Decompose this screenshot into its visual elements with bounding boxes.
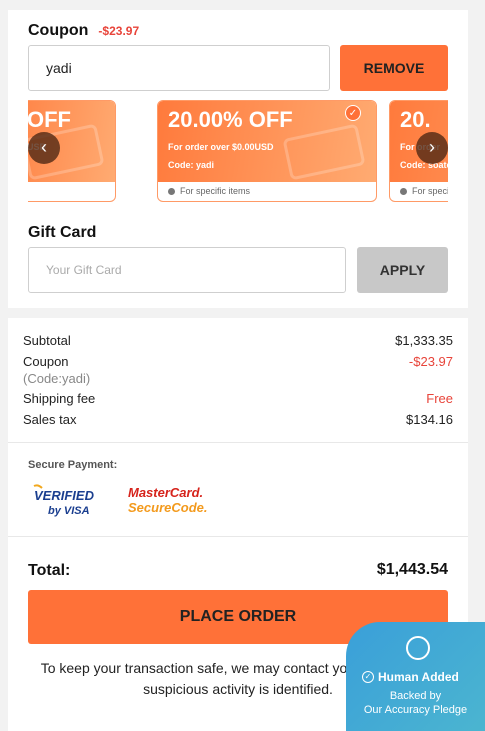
coupon-card-code: Code: yadi [168, 160, 215, 170]
coupon-code-text: (Code:yadi) [23, 371, 91, 386]
coupon-panel: Coupon -$23.97 REMOVE OFF USD 20.00% OFF… [8, 10, 468, 308]
shipping-label: Shipping fee [23, 391, 96, 406]
divider [8, 442, 468, 443]
verified-by-visa-logo: VERIFIED by VISA [33, 484, 95, 517]
coupon-card-amount: OFF [28, 107, 71, 132]
coupon-summary-label: Coupon [23, 354, 69, 369]
coupon-card-amount: 20.00% OFF [168, 107, 293, 132]
shield-icon [406, 636, 430, 660]
total-value: $1,443.54 [376, 561, 448, 578]
shipping-row: Shipping fee Free [23, 391, 453, 406]
human-added-badge[interactable]: ✓ Human Added Backed by Our Accuracy Ple… [346, 622, 485, 731]
coupon-input[interactable] [28, 45, 330, 91]
mc-line2: SecureCode. [128, 500, 207, 515]
badge-line1: Backed by [389, 690, 442, 702]
coupon-discount: -$23.97 [98, 24, 140, 38]
shipping-value: Free [426, 391, 453, 406]
divider [8, 536, 468, 537]
subtotal-value: $1,333.35 [395, 333, 453, 348]
visa-line1: VERIFIED [34, 488, 95, 503]
mc-line1: MasterCard. [128, 485, 203, 500]
secure-payment-label: Secure Payment: [28, 459, 118, 471]
visa-line2: by VISA [48, 505, 90, 517]
coupon-card-min: For order over $0.00USD [168, 142, 274, 152]
coupon-title: Coupon [28, 22, 89, 39]
info-icon [400, 187, 407, 195]
selected-check-icon: ✓ [345, 105, 361, 121]
coupon-header: Coupon -$23.97 [28, 22, 139, 40]
coupon-card-note: For speci [412, 186, 448, 196]
coupon-card-footer: For speci [390, 182, 448, 200]
carousel-prev-button[interactable]: ‹ [28, 132, 60, 164]
badge-line2: Our Accuracy Pledge [363, 704, 468, 716]
coupon-summary-value: -$23.97 [408, 354, 453, 369]
remove-coupon-button[interactable]: REMOVE [340, 45, 448, 91]
check-icon: ✓ [362, 671, 374, 683]
apply-gift-card-button[interactable]: APPLY [357, 247, 448, 293]
gift-card-title: Gift Card [28, 224, 97, 241]
coupon-card-note: For specific items [180, 186, 251, 196]
badge-title-row: ✓ Human Added [362, 670, 459, 684]
coupon-row: Coupon -$23.97 [23, 354, 453, 369]
subtotal-label: Subtotal [23, 333, 71, 348]
carousel-next-button[interactable]: › [416, 132, 448, 164]
tax-row: Sales tax $134.16 [23, 412, 453, 427]
subtotal-row: Subtotal $1,333.35 [23, 333, 453, 348]
coupon-card-footer: For specific items [158, 182, 376, 200]
coupon-carousel: OFF USD 20.00% OFF For order over $0.00U… [28, 100, 448, 204]
coupon-card-selected[interactable]: 20.00% OFF For order over $0.00USD Code:… [157, 100, 377, 202]
coupon-card-amount: 20. [400, 107, 431, 132]
badge-title: Human Added [378, 670, 459, 684]
mastercard-securecode-logo: MasterCard. SecureCode. [128, 485, 207, 515]
gift-card-input[interactable] [28, 247, 346, 293]
info-icon [168, 187, 175, 195]
tax-label: Sales tax [23, 412, 77, 427]
total-label: Total: [28, 562, 71, 579]
tax-value: $134.16 [406, 412, 453, 427]
